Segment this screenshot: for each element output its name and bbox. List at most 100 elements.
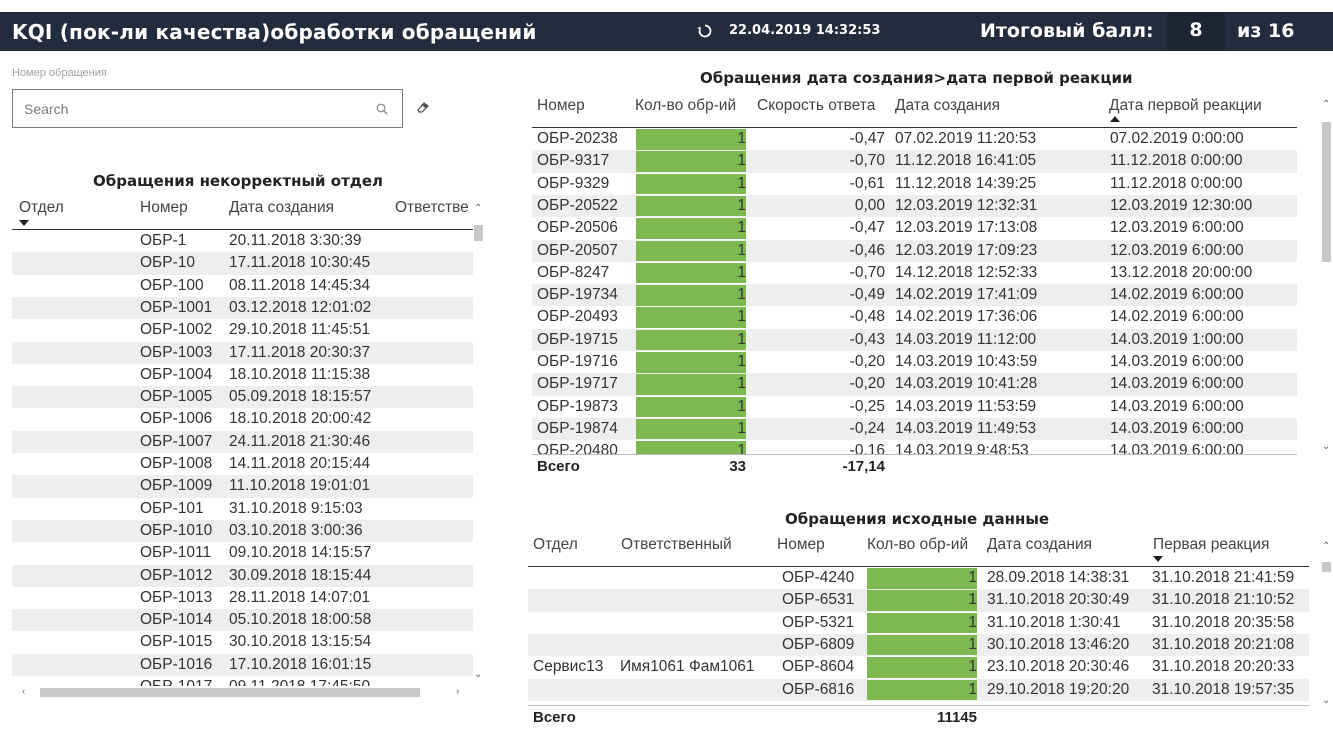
- sort-down-icon: [19, 220, 29, 226]
- table-row[interactable]: ОБР-9317 1 -0,70 11.12.2018 16:41:05 11.12.2…: [532, 150, 1297, 173]
- table-row[interactable]: ОБР-1005 05.09.2018 18:15:57: [12, 386, 473, 409]
- table-row[interactable]: ОБР-19717 1 -0,20 14.03.2019 10:41:28 14.03.…: [532, 373, 1297, 396]
- source-data-vscroll[interactable]: ⌃ ⌄: [1322, 538, 1331, 710]
- table-row[interactable]: ОБР-1016 17.10.2018 16:01:15: [12, 653, 473, 676]
- source-data-body: ОБР-4240 1 28.09.2018 14:38:31 31.10.2018 2…: [528, 567, 1309, 705]
- table-row[interactable]: ОБР-5321 1 31.10.2018 1:30:41 31.10.2018 20…: [528, 612, 1309, 634]
- cell-dept: [12, 676, 132, 686]
- col-header-number[interactable]: Номер: [140, 199, 188, 217]
- table-row[interactable]: ОБР-19734 1 -0,49 14.02.2019 17:41:09 14.02.…: [532, 284, 1297, 307]
- table-row[interactable]: ОБР-10 17.11.2018 10:30:45: [12, 252, 473, 275]
- table-row[interactable]: ОБР-1010 03.10.2018 3:00:36: [12, 519, 473, 543]
- col-header-number[interactable]: Номер: [537, 97, 585, 115]
- eraser-icon[interactable]: [416, 100, 430, 114]
- search-icon[interactable]: [376, 102, 388, 115]
- table-row[interactable]: ОБР-4240 1 28.09.2018 14:38:31 31.10.2018 2…: [528, 567, 1309, 589]
- table-row[interactable]: Сервис13 Имя1061 Фам1061 ОБР-8604 1 23.10.20…: [528, 656, 1309, 678]
- table-row[interactable]: ОБР-1014 05.10.2018 18:00:58: [12, 609, 473, 632]
- col-header-number[interactable]: Номер: [777, 536, 825, 554]
- col-header-created[interactable]: Дата создания: [987, 536, 1092, 554]
- source-data-total-count: 11145: [936, 709, 977, 726]
- col-header-dept[interactable]: Отдел: [533, 536, 578, 554]
- cell-first-reaction: 14.03.2019 6:00:00: [1110, 442, 1244, 454]
- cell-dept: [12, 520, 132, 542]
- chevron-down-icon[interactable]: ⌄: [1322, 696, 1330, 706]
- chevron-up-icon[interactable]: ⌃: [1322, 542, 1330, 552]
- chevron-right-icon[interactable]: ›: [456, 687, 459, 697]
- table-row[interactable]: ОБР-6816 1 29.10.2018 19:20:20 31.10.2018 1…: [528, 678, 1309, 701]
- cell-number: ОБР-19873: [537, 397, 618, 415]
- table-row[interactable]: ОБР-20493 1 -0,48 14.02.2019 17:36:06 14.02.…: [532, 306, 1297, 328]
- col-header-count[interactable]: Кол-во обр-ий: [635, 97, 736, 115]
- cell-count: 1: [968, 658, 977, 676]
- cell-count: 1: [737, 174, 746, 192]
- col-header-first-reaction[interactable]: Дата первой реакции: [1109, 97, 1262, 115]
- table-row[interactable]: ОБР-1011 09.10.2018 14:15:57: [12, 542, 473, 564]
- table-row[interactable]: ОБР-1015 30.10.2018 13:15:54: [12, 631, 473, 653]
- table-row[interactable]: ОБР-8247 1 -0,70 14.12.2018 12:52:33 13.12.2…: [532, 262, 1297, 284]
- cell-speed: -0,47: [849, 219, 885, 237]
- col-header-responsible[interactable]: Ответстве: [395, 199, 472, 217]
- table-row[interactable]: ОБР-1008 14.11.2018 20:15:44: [12, 453, 473, 475]
- col-header-created[interactable]: Дата создания: [895, 97, 1000, 115]
- col-header-responsible[interactable]: Ответственный: [621, 536, 732, 554]
- cell-count: 1: [737, 219, 746, 237]
- col-header-speed[interactable]: Скорость ответа: [757, 97, 875, 115]
- chevron-left-icon[interactable]: ‹: [22, 687, 25, 697]
- cell-dept: [12, 498, 132, 520]
- chevron-up-icon[interactable]: ⌃: [1322, 100, 1330, 110]
- table-row[interactable]: ОБР-20238 1 -0,47 07.02.2019 11:20:53 07.02.…: [532, 128, 1297, 150]
- table-row[interactable]: ОБР-1009 11.10.2018 19:01:01: [12, 475, 473, 498]
- hscroll-thumb[interactable]: [40, 688, 420, 697]
- table-row[interactable]: ОБР-20522 1 0,00 12.03.2019 12:32:31 12.03.2…: [532, 194, 1297, 218]
- cell-number: ОБР-20480: [537, 442, 618, 454]
- table-row[interactable]: ОБР-1006 18.10.2018 20:00:42: [12, 408, 473, 430]
- cell-dept: [12, 431, 132, 453]
- incorrect-dept-vscroll[interactable]: ⌃ ⌄: [474, 200, 483, 686]
- cell-created: 14.03.2019 11:49:53: [895, 419, 1037, 437]
- table-row[interactable]: ОБР-1002 29.10.2018 11:45:51: [12, 319, 473, 341]
- first-reaction-vscroll[interactable]: ⌃ ⌄: [1322, 96, 1331, 458]
- chevron-up-icon[interactable]: ⌃: [474, 204, 482, 214]
- sort-up-icon: [1110, 116, 1120, 122]
- table-row[interactable]: ОБР-1004 18.10.2018 11:15:38: [12, 364, 473, 386]
- table-row[interactable]: ОБР-20480 1 -0,16 14.03.2019 9:48:53 14.03.2…: [532, 440, 1297, 454]
- table-row[interactable]: ОБР-6531 1 31.10.2018 20:30:49 31.10.2018 2…: [528, 589, 1309, 612]
- cell-number: ОБР-1012: [140, 566, 213, 584]
- table-row[interactable]: ОБР-19874 1 -0,24 14.03.2019 11:49:53 14.03.…: [532, 417, 1297, 441]
- col-header-dept[interactable]: Отдел: [19, 199, 64, 217]
- table-row[interactable]: ОБР-19716 1 -0,20 14.03.2019 10:43:59 14.03.…: [532, 351, 1297, 373]
- cell-dept: [12, 453, 132, 475]
- scroll-thumb[interactable]: [1322, 122, 1331, 262]
- cell-dept: [12, 609, 132, 631]
- table-row[interactable]: ОБР-1012 30.09.2018 18:15:44: [12, 564, 473, 587]
- refresh-icon[interactable]: [696, 22, 714, 43]
- table-row[interactable]: ОБР-20507 1 -0,46 12.03.2019 17:09:23 12.03.…: [532, 239, 1297, 262]
- chevron-down-icon[interactable]: ⌄: [1322, 442, 1330, 452]
- table-row[interactable]: ОБР-1003 17.11.2018 20:30:37: [12, 341, 473, 364]
- table-row[interactable]: ОБР-101709.11.2018 17:45:50: [12, 676, 473, 686]
- search-input[interactable]: [13, 90, 402, 127]
- col-header-first-reaction[interactable]: Первая реакция: [1153, 536, 1269, 554]
- chevron-down-icon[interactable]: ⌄: [474, 670, 482, 680]
- table-row[interactable]: ОБР-1001 03.12.2018 12:01:02: [12, 296, 473, 320]
- incorrect-dept-hscroll[interactable]: ‹ ›: [12, 687, 473, 699]
- scroll-thumb[interactable]: [474, 225, 483, 241]
- col-header-created[interactable]: Дата создания: [229, 199, 334, 217]
- table-row[interactable]: ОБР-9329 1 -0,61 11.12.2018 14:39:25 11.12.2…: [532, 173, 1297, 195]
- source-data-total-label: Всего: [533, 709, 576, 726]
- table-row[interactable]: ОБР-101 31.10.2018 9:15:03: [12, 498, 473, 520]
- col-header-count[interactable]: Кол-во обр-ий: [867, 536, 968, 554]
- cell-number: ОБР-20493: [537, 308, 618, 326]
- cell-created: 29.10.2018 19:20:20: [987, 680, 1130, 698]
- table-row[interactable]: ОБР-20506 1 -0,47 12.03.2019 17:13:08 12.03.…: [532, 217, 1297, 239]
- table-row[interactable]: ОБР-19873 1 -0,25 14.03.2019 11:53:59 14.03.…: [532, 396, 1297, 418]
- table-row[interactable]: ОБР-19715 1 -0,43 14.03.2019 11:12:00 14.03.…: [532, 328, 1297, 351]
- table-row[interactable]: ОБР-1 20.11.2018 3:30:39: [12, 230, 473, 252]
- table-row[interactable]: ОБР-1013 28.11.2018 14:07:01: [12, 587, 473, 609]
- table-row[interactable]: ОБР-1007 24.11.2018 21:30:46: [12, 430, 473, 453]
- scroll-thumb[interactable]: [1322, 562, 1331, 572]
- table-row[interactable]: ОБР-100 08.11.2018 14:45:34: [12, 275, 473, 297]
- cell-count: 1: [737, 241, 746, 259]
- table-row[interactable]: ОБР-6809 1 30.10.2018 13:46:20 31.10.2018 2…: [528, 633, 1309, 657]
